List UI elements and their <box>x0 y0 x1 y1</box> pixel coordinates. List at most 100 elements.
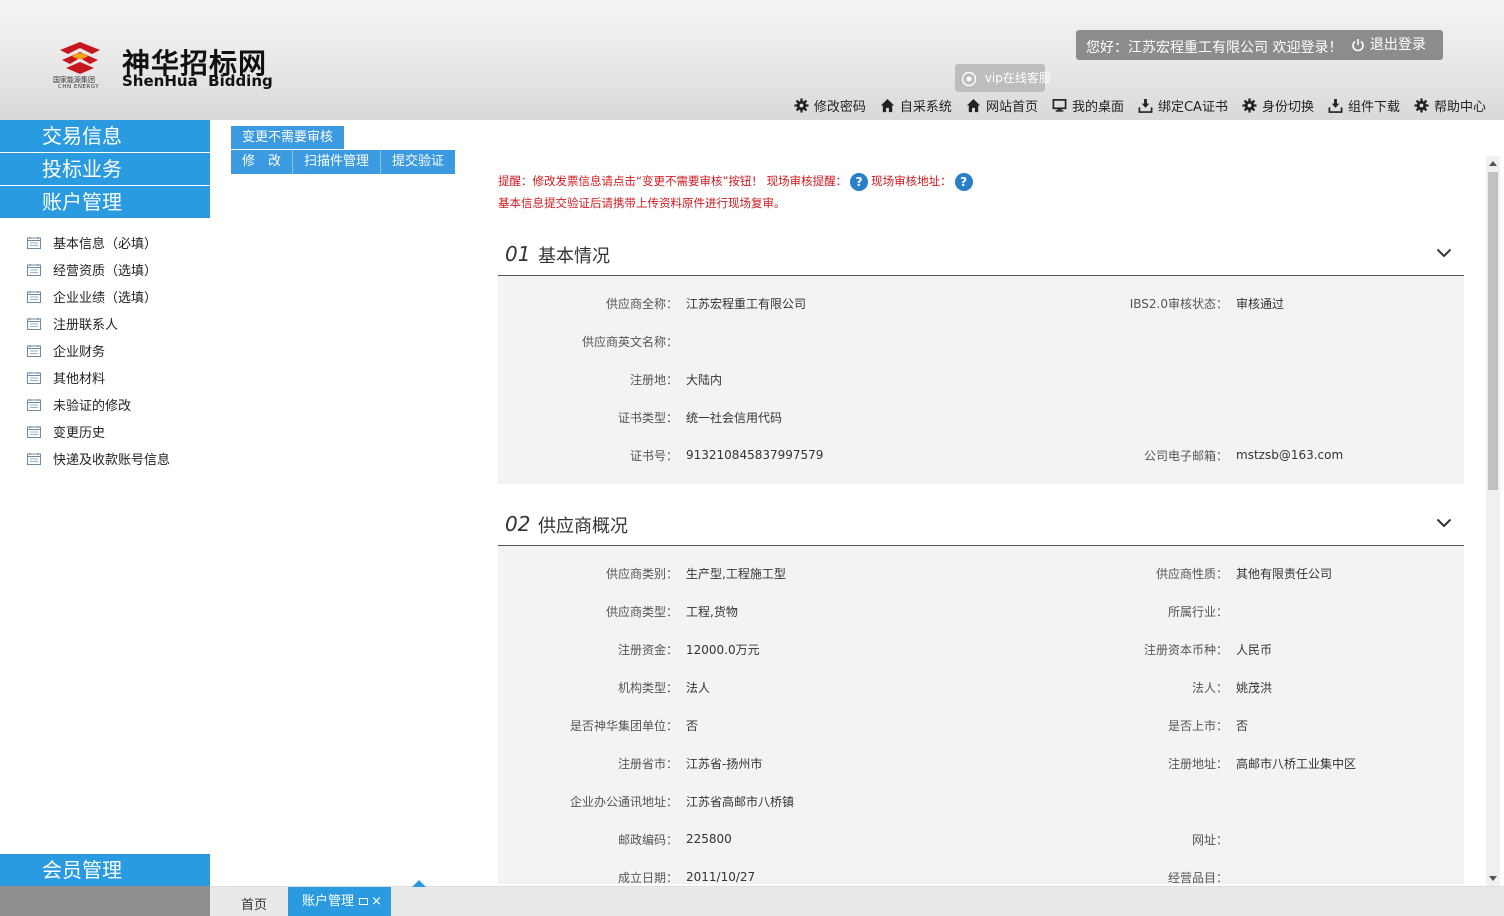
topnav-label: 帮助中心 <box>1433 100 1486 115</box>
section-number: 02 <box>505 512 531 536</box>
sidebar-item-2[interactable]: 企业业绩（选填） <box>0 283 210 310</box>
sidebar-item-8[interactable]: 快递及收款账号信息 <box>0 445 210 472</box>
download-icon <box>1328 98 1343 113</box>
chevron-down-icon[interactable] <box>1436 518 1452 528</box>
topnav-item-0[interactable]: 修改密码 <box>794 96 866 115</box>
field-row: 企业办公通讯地址： 江苏省高邮市八桥镇 <box>498 782 1464 820</box>
field-label: 邮政编码： <box>617 832 678 847</box>
submit-verify-button[interactable]: 提交验证 <box>381 150 455 174</box>
field-value: 否 <box>1236 718 1249 733</box>
field-row: 证书类型： 统一社会信用代码 <box>498 398 1464 436</box>
field-label: 供应商全称： <box>605 296 678 311</box>
topnav-label: 组件下载 <box>1347 100 1400 115</box>
notice-line-2: 基本信息提交验证后请携带上传资料原件进行现场复审。 <box>498 196 786 210</box>
field-label: 供应商类别： <box>605 566 678 581</box>
document-icon <box>27 263 41 276</box>
scan-manage-button[interactable]: 扫描件管理 <box>293 150 382 174</box>
document-icon <box>27 425 41 438</box>
field-label: 供应商英文名称： <box>581 334 678 349</box>
topnav-item-6[interactable]: 组件下载 <box>1328 96 1400 115</box>
tab-home[interactable]: 首页 <box>241 894 267 913</box>
section-title: 基本情况 <box>538 246 610 267</box>
sidebar-item-0[interactable]: 基本信息（必填） <box>0 229 210 256</box>
sidebar: 交易信息 投标业务 账户管理 基本信息（必填） 经营资质（选填） 企业业绩（选填） 注… <box>0 120 210 916</box>
topnav-label: 身份切换 <box>1261 100 1314 115</box>
tab-account[interactable]: 账户管理 × <box>288 880 426 916</box>
field-value: 高邮市八桥工业集中区 <box>1236 756 1357 771</box>
user-bar: 您好：江苏宏程重工有限公司 欢迎登录！ 退出登录 <box>1076 30 1443 60</box>
chevron-down-icon[interactable] <box>1436 248 1452 258</box>
field-row: 供应商英文名称： <box>498 322 1464 360</box>
field-row: 注册省市： 江苏省-扬州市 注册地址： 高邮市八桥工业集中区 <box>498 744 1464 782</box>
field-value: 统一社会信用代码 <box>686 410 783 425</box>
field-row: 成立日期： 2011/10/27 经营品目： <box>498 858 1464 884</box>
field-label: 企业办公通讯地址： <box>569 794 678 809</box>
topnav-item-3[interactable]: 我的桌面 <box>1052 96 1124 115</box>
scroll-thumb[interactable] <box>1488 172 1498 490</box>
sidebar-item-4[interactable]: 企业财务 <box>0 337 210 364</box>
menu-member[interactable]: 会员管理 <box>0 854 210 886</box>
field-row: 邮政编码： 225800 网址： <box>498 820 1464 858</box>
tab-bar: 首页 账户管理 × <box>210 880 1504 916</box>
logout-label: 退出登录 <box>1369 37 1426 53</box>
sidebar-item-7[interactable]: 变更历史 <box>0 418 210 445</box>
field-label: 所属行业： <box>1167 604 1228 619</box>
section-header: 02 供应商概况 <box>498 502 1464 546</box>
document-icon <box>27 344 41 357</box>
sidebar-item-3[interactable]: 注册联系人 <box>0 310 210 337</box>
edit-button[interactable]: 修 改 <box>231 150 294 174</box>
field-row: 证书号： 913210845837997579 公司电子邮箱： mstzsb@163.… <box>498 436 1464 474</box>
home-icon <box>880 98 895 113</box>
topnav-item-7[interactable]: 帮助中心 <box>1414 96 1486 115</box>
topnav-item-5[interactable]: 身份切换 <box>1242 96 1314 115</box>
power-icon <box>1352 39 1364 52</box>
maximize-icon[interactable] <box>359 898 369 905</box>
topnav-item-1[interactable]: 自采系统 <box>880 96 952 115</box>
field-row: 供应商类别： 生产型,工程施工型 供应商性质： 其他有限责任公司 <box>498 554 1464 592</box>
field-label: 经营品目： <box>1167 870 1228 885</box>
topnav-label: 绑定CA证书 <box>1157 100 1228 115</box>
sidebar-item-label: 快递及收款账号信息 <box>53 453 171 468</box>
home-icon <box>966 98 981 113</box>
vip-support-button[interactable]: vip在线客服 <box>955 64 1051 92</box>
menu-bidding[interactable]: 投标业务 <box>0 153 210 185</box>
document-icon <box>27 371 41 384</box>
onsite-address-help-icon[interactable]: ? <box>954 172 973 191</box>
content-scrollbar[interactable] <box>1486 156 1500 886</box>
download-icon <box>1138 98 1153 113</box>
brand-name-en: ShenHua Bidding <box>122 72 273 90</box>
field-row: 供应商类型： 工程,货物 所属行业： <box>498 592 1464 630</box>
user-greeting: 您好：江苏宏程重工有限公司 欢迎登录！ <box>1086 40 1343 56</box>
sidebar-item-label: 经营资质（选填） <box>53 264 158 279</box>
field-label: 供应商性质： <box>1155 566 1228 581</box>
header: 国家能源集团 CHN ENERGY 神华招标网 ShenHua Bidding … <box>0 0 1504 120</box>
site-logo[interactable]: 国家能源集团 CHN ENERGY 神华招标网 ShenHua Bidding <box>52 40 282 96</box>
sidebar-item-label: 未验证的修改 <box>53 399 132 414</box>
sidebar-footer <box>0 886 210 916</box>
field-row: 供应商全称： 江苏宏程重工有限公司 IBS2.0审核状态： 审核通过 <box>498 284 1464 322</box>
scroll-up-icon[interactable] <box>1489 161 1497 166</box>
menu-account[interactable]: 账户管理 <box>0 186 210 218</box>
field-row: 注册地： 大陆内 <box>498 360 1464 398</box>
vip-support-label: vip在线客服 <box>984 71 1051 85</box>
no-review-change-button[interactable]: 变更不需要审核 <box>231 126 345 149</box>
topnav-item-4[interactable]: 绑定CA证书 <box>1138 96 1228 115</box>
sidebar-item-1[interactable]: 经营资质（选填） <box>0 256 210 283</box>
topnav-item-2[interactable]: 网站首页 <box>966 96 1038 115</box>
notice-line-1: 提醒：修改发票信息请点击“变更不需要审核”按钮！ 现场审核提醒：? 现场审核地址：… <box>498 170 1464 192</box>
sidebar-item-5[interactable]: 其他材料 <box>0 364 210 391</box>
document-icon <box>27 290 41 303</box>
scroll-down-icon[interactable] <box>1489 876 1497 881</box>
menu-trade-info[interactable]: 交易信息 <box>0 120 210 152</box>
sidebar-item-label: 企业财务 <box>53 345 106 360</box>
logout-button[interactable]: 退出登录 <box>1351 30 1426 60</box>
close-icon[interactable]: × <box>371 887 382 916</box>
tab-account-label: 账户管理 <box>302 894 355 909</box>
monitor-icon <box>1052 98 1067 113</box>
onsite-review-help-icon[interactable]: ? <box>850 172 869 191</box>
sidebar-item-6[interactable]: 未验证的修改 <box>0 391 210 418</box>
section-body: 供应商全称： 江苏宏程重工有限公司 IBS2.0审核状态： 审核通过供应商英文名称： 注… <box>498 276 1464 484</box>
field-label: 注册资金： <box>617 642 678 657</box>
sidebar-item-label: 基本信息（必填） <box>53 237 158 252</box>
section-body: 供应商类别： 生产型,工程施工型 供应商性质： 其他有限责任公司 供应商类型： 工程,货物… <box>498 546 1464 884</box>
